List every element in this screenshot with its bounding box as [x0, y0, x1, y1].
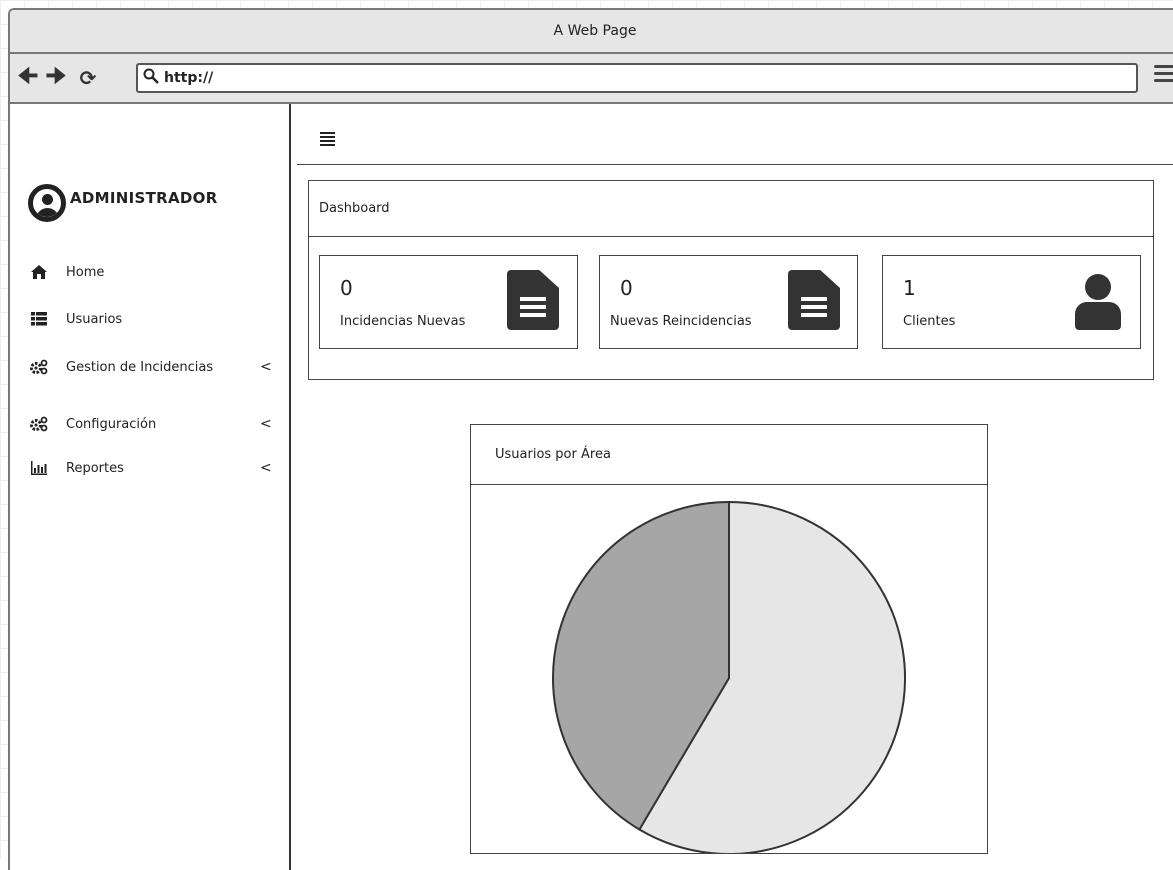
top-navbar	[297, 104, 1173, 165]
back-icon[interactable]: 🠈	[16, 59, 40, 97]
chart-area	[471, 485, 986, 853]
sidebar-item-reportes[interactable]: Reportes <	[28, 460, 278, 476]
gears-icon	[28, 359, 50, 375]
chevron-left-icon: <	[260, 416, 272, 432]
browser-menu-icon[interactable]	[1154, 65, 1173, 82]
sidebar-item-configuracion[interactable]: Configuración <	[28, 416, 278, 432]
sidebar-item-home[interactable]: Home	[28, 264, 278, 280]
pie-chart	[552, 500, 906, 853]
sidebar: ADMINISTRADOR Home Usuarios Gestion de I…	[10, 104, 291, 870]
browser-toolbar: 🠈 🠊 ⟳ http://	[10, 54, 1173, 104]
gears-icon	[28, 416, 50, 432]
card-label: Incidencias Nuevas	[340, 314, 466, 329]
card-incidencias-nuevas[interactable]: 0 Incidencias Nuevas	[319, 255, 578, 349]
chevron-left-icon: <	[260, 460, 272, 476]
sidebar-item-usuarios[interactable]: Usuarios	[28, 311, 278, 327]
reload-icon[interactable]: ⟳	[76, 66, 100, 90]
card-clientes[interactable]: 1 Clientes	[882, 255, 1141, 349]
dashboard-title: Dashboard	[309, 181, 1153, 237]
sidebar-item-label: Home	[66, 264, 105, 280]
bar-chart-icon	[28, 460, 50, 476]
window-title: A Web Page	[553, 23, 637, 39]
main-content: Dashboard 0 Incidencias Nuevas 0 Nuevas …	[291, 104, 1173, 870]
user-name: ADMINISTRADOR	[70, 189, 218, 207]
url-text: http://	[164, 70, 214, 86]
dashboard-panel: Dashboard 0 Incidencias Nuevas 0 Nuevas …	[308, 180, 1154, 380]
card-count: 1	[903, 276, 916, 300]
chart-panel: Usuarios por Área	[470, 424, 988, 854]
user-profile: ADMINISTRADOR	[28, 184, 218, 222]
home-icon	[28, 264, 50, 280]
chevron-left-icon: <	[260, 359, 272, 375]
document-icon	[788, 270, 840, 330]
card-nuevas-reincidencias[interactable]: 0 Nuevas Reincidencias	[599, 255, 858, 349]
window-titlebar: A Web Page	[10, 10, 1173, 54]
sidebar-item-label: Reportes	[66, 460, 124, 476]
avatar-icon	[28, 184, 66, 222]
browser-window: A Web Page 🠈 🠊 ⟳ http:// ADMINISTRADOR H…	[8, 8, 1173, 870]
sidebar-item-label: Usuarios	[66, 311, 123, 327]
card-label: Clientes	[903, 314, 956, 329]
sidebar-item-label: Configuración	[66, 416, 157, 432]
card-label: Nuevas Reincidencias	[610, 314, 752, 329]
document-icon	[507, 270, 559, 330]
url-bar[interactable]: http://	[136, 63, 1138, 93]
sidebar-item-gestion-incidencias[interactable]: Gestion de Incidencias <	[28, 359, 278, 375]
sidebar-item-label: Gestion de Incidencias	[66, 359, 214, 375]
chart-title: Usuarios por Área	[471, 425, 987, 485]
menu-toggle-icon[interactable]	[320, 132, 335, 146]
forward-icon[interactable]: 🠊	[44, 59, 68, 97]
card-count: 0	[340, 276, 353, 300]
search-icon	[138, 68, 164, 89]
list-icon	[28, 311, 50, 327]
user-icon	[1073, 274, 1123, 330]
card-count: 0	[620, 276, 633, 300]
